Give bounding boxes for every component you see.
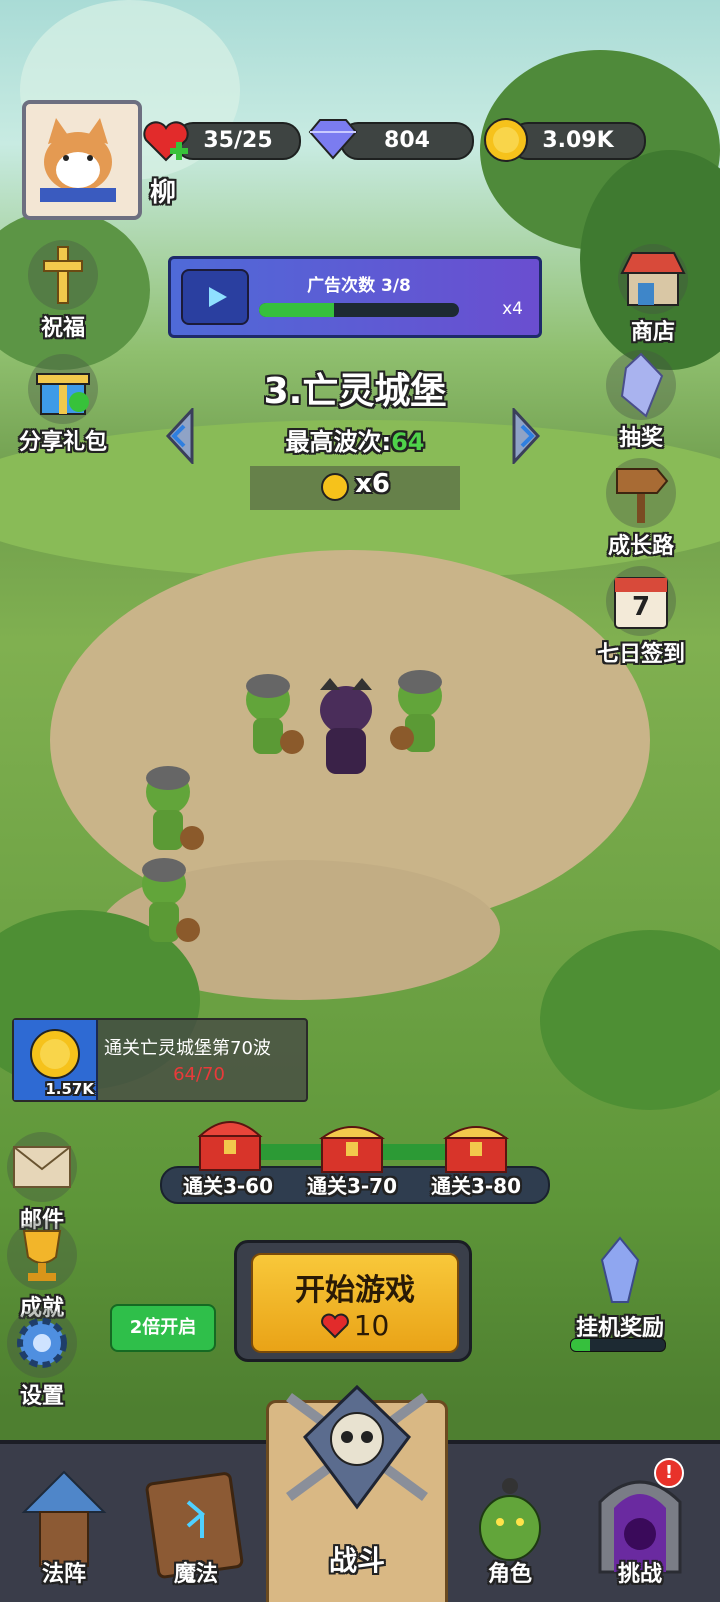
quest-reward: 1.57K bbox=[14, 1020, 98, 1100]
trophy-icon bbox=[7, 1220, 77, 1290]
nav-challenge-label: 挑战 bbox=[617, 1562, 662, 1587]
nav-battle[interactable]: 战斗 bbox=[266, 1384, 448, 1602]
nav-character-label: 角色 bbox=[487, 1562, 532, 1587]
seven-day-checkin-label: 七日签到 bbox=[596, 642, 685, 667]
hearts-counter: 35/25 bbox=[175, 122, 301, 160]
heart-icon bbox=[320, 1313, 349, 1338]
start-game-frame: 开始游戏 10 bbox=[234, 1240, 472, 1362]
shiba-avatar-icon bbox=[40, 118, 116, 202]
next-stage-arrow-icon[interactable] bbox=[508, 408, 544, 464]
coin-icon bbox=[484, 118, 528, 162]
calendar-day: 7 bbox=[632, 592, 651, 622]
start-game-button[interactable]: 开始游戏 10 bbox=[251, 1253, 459, 1353]
avatar[interactable] bbox=[22, 100, 142, 220]
bless-button[interactable]: 祝福 bbox=[8, 240, 118, 342]
quest-title: 通关亡灵城堡第70波 bbox=[104, 1038, 271, 1059]
player-name: 柳 bbox=[150, 178, 177, 208]
ad-panel[interactable]: 广告次数 3/8 x4 bbox=[168, 256, 542, 338]
heart-plus-icon[interactable] bbox=[140, 116, 192, 168]
skull-swords-icon bbox=[286, 1384, 428, 1510]
calendar-icon: 7 bbox=[606, 566, 676, 636]
coin-multiplier: x6 bbox=[355, 469, 390, 499]
prev-stage-arrow-icon[interactable] bbox=[162, 408, 198, 464]
idle-reward-button[interactable]: 挂机奖励 bbox=[560, 1236, 680, 1342]
idle-progress-fill bbox=[571, 1339, 590, 1351]
nav-challenge[interactable]: ! 挑战 bbox=[580, 1442, 700, 1602]
coins-counter: 3.09K bbox=[510, 122, 646, 160]
play-icon bbox=[209, 287, 227, 307]
best-wave-label: 最高波次: bbox=[285, 428, 392, 456]
signpost-icon bbox=[606, 458, 676, 528]
idle-progress-bar bbox=[570, 1338, 666, 1352]
settings-label: 设置 bbox=[19, 1384, 64, 1409]
best-wave-value: 64 bbox=[391, 428, 425, 456]
gear-icon bbox=[7, 1308, 77, 1378]
chest-3-label: 通关3-80 bbox=[430, 1174, 522, 1198]
mail-button[interactable]: 邮件 bbox=[0, 1132, 92, 1234]
shop-icon bbox=[618, 244, 688, 314]
nav-formation[interactable]: 法阵 bbox=[4, 1442, 124, 1602]
shop-button[interactable]: 商店 bbox=[598, 244, 708, 346]
lottery-label: 抽奖 bbox=[618, 426, 663, 451]
treasure-chest-icon bbox=[318, 1126, 386, 1173]
settings-button[interactable]: 设置 bbox=[0, 1308, 92, 1410]
envelope-icon bbox=[7, 1132, 77, 1202]
achievements-button[interactable]: 成就 bbox=[0, 1220, 92, 1322]
idle-crystal-icon bbox=[600, 1236, 640, 1303]
share-gift-button[interactable]: 分享礼包 bbox=[8, 354, 118, 456]
double-speed-button[interactable]: 2倍开启 bbox=[110, 1304, 216, 1352]
start-game-label: 开始游戏 bbox=[295, 1273, 415, 1308]
lottery-button[interactable]: 抽奖 bbox=[586, 350, 696, 452]
coin-icon bbox=[321, 473, 350, 501]
nav-magic[interactable]: 魔法 bbox=[136, 1442, 256, 1602]
ad-progress-bar bbox=[259, 303, 459, 317]
gift-icon bbox=[28, 354, 98, 424]
stage-title: 3.亡灵城堡 bbox=[263, 371, 447, 412]
start-cost-value: 10 bbox=[353, 1309, 390, 1342]
nav-formation-label: 法阵 bbox=[41, 1562, 86, 1587]
notification-badge-icon: ! bbox=[654, 1458, 684, 1488]
ad-multiplier: x4 bbox=[502, 299, 523, 319]
shop-label: 商店 bbox=[630, 320, 675, 345]
start-cost: 10 bbox=[253, 1309, 457, 1342]
nav-magic-label: 魔法 bbox=[173, 1562, 218, 1587]
chest-1[interactable] bbox=[196, 1110, 264, 1178]
growth-path-label: 成长路 bbox=[607, 534, 674, 559]
nav-battle-label: 战斗 bbox=[328, 1544, 385, 1577]
quest-reward-amount: 1.57K bbox=[45, 1080, 94, 1098]
game-screen: { "player": {"name": "柳"}, "resources": … bbox=[0, 0, 720, 1602]
ad-progress-fill bbox=[259, 303, 334, 317]
growth-path-button[interactable]: 成长路 bbox=[586, 458, 696, 560]
gem-icon bbox=[308, 119, 358, 160]
treasure-chest-icon bbox=[442, 1126, 510, 1173]
chest-2-label: 通关3-70 bbox=[306, 1174, 398, 1198]
quest-panel[interactable]: 1.57K 通关亡灵城堡第70波 64/70 bbox=[12, 1018, 308, 1102]
bless-label: 祝福 bbox=[40, 316, 85, 341]
best-wave: 最高波次:64 bbox=[200, 422, 510, 457]
gems-counter: 804 bbox=[340, 122, 474, 160]
share-gift-label: 分享礼包 bbox=[18, 430, 107, 455]
quest-progress: 64/70 bbox=[173, 1064, 225, 1085]
ad-count-label: 广告次数 3/8 bbox=[307, 276, 411, 296]
coin-multiplier-banner: x6 bbox=[250, 466, 460, 510]
chest-1-label: 通关3-60 bbox=[182, 1174, 274, 1198]
seven-day-checkin-button[interactable]: 7 七日签到 bbox=[586, 566, 696, 668]
treasure-chest-icon bbox=[197, 1121, 263, 1171]
nav-character[interactable]: 角色 bbox=[450, 1442, 570, 1602]
coin-icon bbox=[30, 1029, 80, 1079]
cross-icon bbox=[28, 240, 98, 310]
video-button[interactable] bbox=[181, 269, 249, 325]
crystal-icon bbox=[606, 350, 676, 420]
